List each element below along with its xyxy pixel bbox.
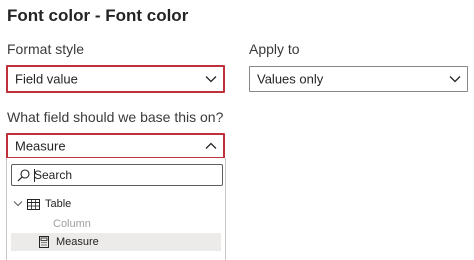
apply-to-label: Apply to (249, 41, 300, 57)
format-style-label: Format style (7, 41, 85, 57)
format-style-value: Field value (15, 71, 78, 87)
chevron-down-icon (449, 76, 461, 83)
field-search-box[interactable] (11, 164, 223, 186)
calculator-icon (39, 236, 49, 248)
chevron-up-icon (205, 142, 217, 149)
base-field-value: Measure (15, 138, 66, 154)
search-icon (17, 169, 30, 182)
apply-to-dropdown[interactable]: Values only (249, 66, 468, 92)
tree-node-table-label: Table (45, 198, 72, 210)
apply-to-value: Values only (257, 71, 324, 87)
tree-item-column: Column (53, 215, 91, 233)
tree-item-measure-label: Measure (56, 236, 99, 248)
table-icon (27, 198, 40, 210)
tree-item-column-label: Column (53, 218, 91, 230)
field-picker-panel: Table Column Measure (6, 158, 226, 260)
base-field-label: What field should we base this on? (7, 109, 224, 125)
field-search-input[interactable] (34, 167, 214, 183)
chevron-down-icon[interactable] (13, 200, 23, 208)
panel-title: Font color - Font color (7, 6, 189, 25)
format-style-dropdown[interactable]: Field value (6, 65, 225, 93)
base-field-dropdown[interactable]: Measure (6, 133, 225, 159)
chevron-down-icon (205, 76, 217, 83)
tree-node-table[interactable]: Table (13, 195, 71, 213)
tree-item-measure[interactable]: Measure (11, 233, 221, 251)
